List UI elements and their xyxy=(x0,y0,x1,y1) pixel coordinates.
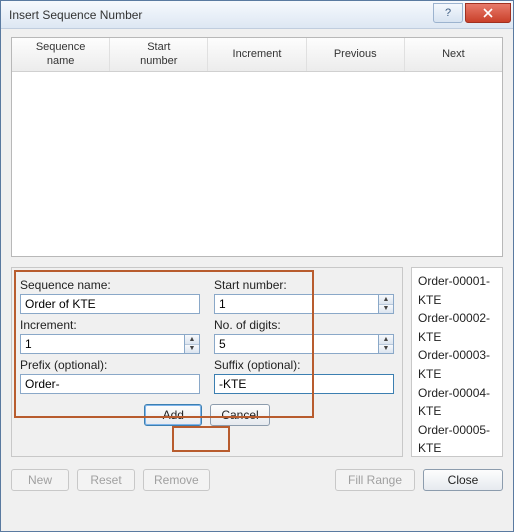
new-button[interactable]: New xyxy=(11,469,69,491)
fill-range-button[interactable]: Fill Range xyxy=(335,469,415,491)
preview-item: Order-00005-KTE xyxy=(418,421,496,457)
col-next[interactable]: Next xyxy=(405,38,502,71)
remove-button[interactable]: Remove xyxy=(143,469,210,491)
col-previous[interactable]: Previous xyxy=(307,38,405,71)
client-area: Sequencename Startnumber Increment Previ… xyxy=(1,29,513,531)
start-number-label: Start number: xyxy=(214,278,394,292)
start-number-spin-buttons[interactable]: ▲▼ xyxy=(378,294,394,314)
titlebar: Insert Sequence Number ? xyxy=(1,1,513,29)
titlebar-controls: ? xyxy=(433,3,513,23)
reset-button[interactable]: Reset xyxy=(77,469,135,491)
start-number-stepper[interactable]: ▲▼ xyxy=(214,294,394,314)
increment-label: Increment: xyxy=(20,318,200,332)
prefix-label: Prefix (optional): xyxy=(20,358,200,372)
col-increment[interactable]: Increment xyxy=(208,38,306,71)
digits-label: No. of digits: xyxy=(214,318,394,332)
increment-stepper[interactable]: ▲▼ xyxy=(20,334,200,354)
list-header: Sequencename Startnumber Increment Previ… xyxy=(12,38,502,72)
close-icon xyxy=(483,8,493,18)
digits-spin-buttons[interactable]: ▲▼ xyxy=(378,334,394,354)
prefix-input[interactable] xyxy=(20,374,200,394)
increment-input[interactable] xyxy=(20,334,184,354)
preview-item: Order-00003-KTE xyxy=(418,346,496,383)
cancel-button[interactable]: Cancel xyxy=(210,404,269,426)
digits-stepper[interactable]: ▲▼ xyxy=(214,334,394,354)
form-col-right: Start number: ▲▼ No. of digits: ▲▼ Suffi… xyxy=(214,274,394,394)
start-number-input[interactable] xyxy=(214,294,378,314)
sequence-name-label: Sequence name: xyxy=(20,278,200,292)
form-columns: Sequence name: Increment: ▲▼ Prefix (opt… xyxy=(20,274,394,394)
dialog-window: Insert Sequence Number ? Sequencename St… xyxy=(0,0,514,532)
col-start-number[interactable]: Startnumber xyxy=(110,38,208,71)
form-panel: Sequence name: Increment: ▲▼ Prefix (opt… xyxy=(11,267,403,457)
bottom-button-row: New Reset Remove Fill Range Close xyxy=(11,469,503,491)
suffix-input[interactable] xyxy=(214,374,394,394)
form-col-left: Sequence name: Increment: ▲▼ Prefix (opt… xyxy=(20,274,200,394)
increment-spin-buttons[interactable]: ▲▼ xyxy=(184,334,200,354)
sequence-list: Sequencename Startnumber Increment Previ… xyxy=(11,37,503,257)
preview-list: Order-00001-KTE Order-00002-KTE Order-00… xyxy=(411,267,503,457)
add-button[interactable]: Add xyxy=(144,404,202,426)
form-buttons: Add Cancel xyxy=(20,404,394,426)
preview-item: Order-00004-KTE xyxy=(418,384,496,421)
highlight-add-button xyxy=(172,426,230,452)
list-body xyxy=(12,72,502,256)
preview-item: Order-00002-KTE xyxy=(418,309,496,346)
form-area: Sequence name: Increment: ▲▼ Prefix (opt… xyxy=(11,267,503,457)
preview-item: Order-00001-KTE xyxy=(418,272,496,309)
close-button[interactable]: Close xyxy=(423,469,503,491)
col-sequence-name[interactable]: Sequencename xyxy=(12,38,110,71)
sequence-name-input[interactable] xyxy=(20,294,200,314)
close-window-button[interactable] xyxy=(465,3,511,23)
help-button[interactable]: ? xyxy=(433,3,463,23)
digits-input[interactable] xyxy=(214,334,378,354)
suffix-label: Suffix (optional): xyxy=(214,358,394,372)
window-title: Insert Sequence Number xyxy=(9,8,433,22)
